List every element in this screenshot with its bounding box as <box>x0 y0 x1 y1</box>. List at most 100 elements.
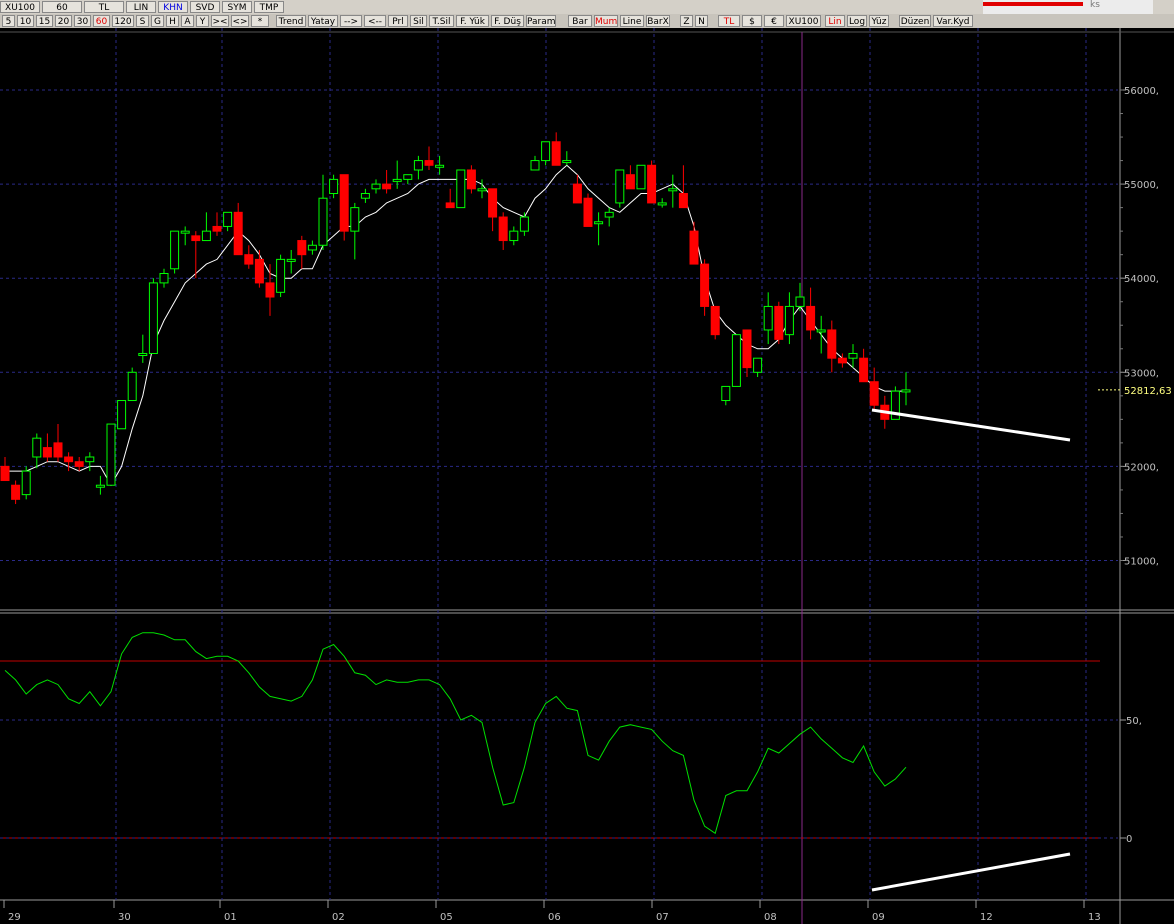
candle-body <box>753 357 763 373</box>
toolbar-btn-39[interactable]: Var.Kyd <box>933 15 973 27</box>
toolbar-btn-9[interactable]: H <box>166 15 179 27</box>
candle-body <box>117 400 127 430</box>
candle-body <box>869 381 879 406</box>
candle-body <box>307 244 317 251</box>
candle-body <box>424 160 434 166</box>
toolbar-btn-21[interactable]: T.Sil <box>429 15 454 27</box>
candle-body <box>11 484 21 500</box>
candle-body <box>816 329 826 333</box>
toolbar-khn-button[interactable]: KHN <box>158 1 188 13</box>
chart-area[interactable]: 29 30 01 02 05 06 07 08 09 12 13 56000, 55000, 54000,… <box>0 28 1174 924</box>
brand-logo-text: ks <box>1090 0 1100 10</box>
toolbar-btn-14[interactable]: * <box>251 15 269 27</box>
candle-body <box>530 160 540 171</box>
toolbar-btn-33[interactable]: € <box>764 15 784 27</box>
toolbar-btn-19[interactable]: Prl <box>388 15 408 27</box>
toolbar-tl-button[interactable]: TL <box>84 1 124 13</box>
toolbar-btn-25[interactable]: Bar <box>568 15 592 27</box>
toolbar-btn-37[interactable]: Yüz <box>869 15 889 27</box>
toolbar-btn-2[interactable]: 15 <box>36 15 53 27</box>
toolbar-sym-button[interactable]: SYM <box>222 1 252 13</box>
toolbar-btn-18[interactable]: <-- <box>364 15 386 27</box>
toolbar-btn-23[interactable]: F. Düş <box>491 15 524 27</box>
price-tick-label: 56000, <box>1124 86 1159 97</box>
toolbar-btn-26[interactable]: Mum <box>594 15 618 27</box>
toolbar-btn-27[interactable]: Line <box>620 15 644 27</box>
toolbar-btn-8[interactable]: G <box>151 15 164 27</box>
candle-body <box>806 305 816 331</box>
candle-body <box>647 164 657 204</box>
candle-body <box>0 465 10 482</box>
toolbar-btn-15[interactable]: Trend <box>276 15 306 27</box>
x-tick-label: 07 <box>656 912 669 923</box>
toolbar-btn-30[interactable]: N <box>695 15 708 27</box>
toolbar-btn-4[interactable]: 30 <box>74 15 91 27</box>
candle-body <box>382 183 392 190</box>
candle-body <box>159 272 169 284</box>
candle-body <box>138 352 148 356</box>
candle-body <box>127 371 137 402</box>
candle-body <box>763 305 773 331</box>
candle-body <box>191 235 201 242</box>
toolbar-btn-5[interactable]: 60 <box>93 15 110 27</box>
candle-body <box>731 334 741 387</box>
candle-body <box>615 169 625 204</box>
toolbar-btn-20[interactable]: Sil <box>410 15 427 27</box>
x-tick-label: 12 <box>980 912 993 923</box>
x-tick-label: 06 <box>548 912 561 923</box>
candle-body <box>594 221 604 225</box>
toolbar-btn-38[interactable]: Düzen <box>899 15 931 27</box>
toolbar-btn-29[interactable]: Z <box>680 15 693 27</box>
candle-body <box>488 188 498 218</box>
toolbar-btn-28[interactable]: BarX <box>646 15 670 27</box>
candle-body <box>700 263 710 307</box>
toolbar-btn-35[interactable]: Lin <box>825 15 845 27</box>
toolbar-btn-10[interactable]: A <box>181 15 194 27</box>
toolbar-btn-1[interactable]: 10 <box>17 15 34 27</box>
candle-body <box>371 183 381 190</box>
candle-body <box>413 160 423 171</box>
candle-body <box>445 202 455 209</box>
toolbar-btn-13[interactable]: <> <box>231 15 249 27</box>
toolbar-tmp-button[interactable]: TMP <box>254 1 284 13</box>
toolbar-60-button[interactable]: 60 <box>42 1 82 13</box>
toolbar-lin-button[interactable]: LIN <box>126 1 156 13</box>
toolbar-svd-button[interactable]: SVD <box>190 1 220 13</box>
candle-body <box>53 442 63 458</box>
toolbar-btn-16[interactable]: Yatay <box>308 15 338 27</box>
candle-body <box>774 305 784 340</box>
toolbar-btn-12[interactable]: >< <box>211 15 229 27</box>
candle-body <box>509 230 519 242</box>
candle-body <box>657 202 667 206</box>
candle-body <box>604 211 614 218</box>
toolbar-btn-31[interactable]: TL <box>718 15 740 27</box>
toolbar-btn-3[interactable]: 20 <box>55 15 72 27</box>
x-tick-label: 08 <box>764 912 777 923</box>
candle-body <box>636 164 646 190</box>
price-tick-label: 53000, <box>1124 368 1159 379</box>
toolbar-btn-36[interactable]: Log <box>847 15 867 27</box>
toolbar-btn-32[interactable]: $ <box>742 15 762 27</box>
candle-body <box>329 178 339 195</box>
toolbar-xu100-button[interactable]: XU100 <box>0 1 40 13</box>
candle-body <box>678 193 688 209</box>
toolbar-btn-6[interactable]: 120 <box>112 15 134 27</box>
candle-body <box>74 461 84 467</box>
x-tick-label: 02 <box>332 912 345 923</box>
toolbar-btn-24[interactable]: Param <box>526 15 556 27</box>
candle-body <box>625 174 635 190</box>
toolbar-btn-34[interactable]: XU100 <box>786 15 821 27</box>
toolbar-btn-11[interactable]: Y <box>196 15 209 27</box>
toolbar-btn-17[interactable]: --> <box>340 15 362 27</box>
candle-body <box>42 447 52 458</box>
candle-body <box>85 456 95 463</box>
toolbar-btn-7[interactable]: S <box>136 15 149 27</box>
candle-body <box>32 437 42 458</box>
toolbar-btn-22[interactable]: F. Yük <box>456 15 489 27</box>
period-toolbar: 5 10 15 20 30 60 120 S G H A Y >< <> * Trend Yatay --> <--… <box>0 14 1174 28</box>
toolbar-btn-0[interactable]: 5 <box>2 15 15 27</box>
candle-body <box>466 169 476 190</box>
candle-body <box>541 141 551 162</box>
candle-body <box>403 174 413 180</box>
price-tick-label: 54000, <box>1124 274 1159 285</box>
